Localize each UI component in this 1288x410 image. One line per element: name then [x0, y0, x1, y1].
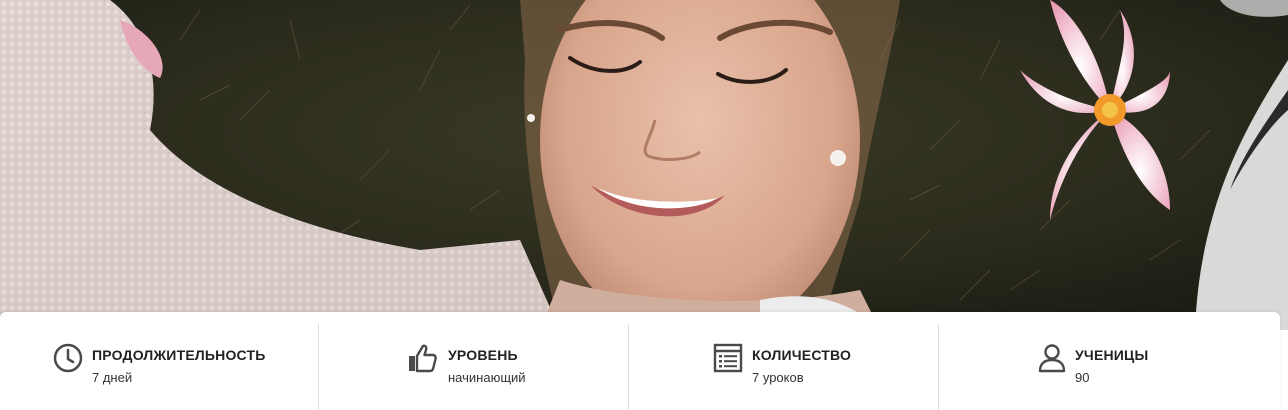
duration-title: ПРОДОЛЖИТЕЛЬНОСТЬ [92, 347, 266, 363]
user-icon [1036, 342, 1068, 374]
students-value: 90 [1075, 370, 1090, 385]
students-title: УЧЕНИЦЫ [1075, 347, 1149, 363]
count-title: КОЛИЧЕСТВО [752, 347, 852, 363]
info-level: УРОВЕНЬ начинающий [318, 312, 628, 410]
level-title: УРОВЕНЬ [448, 347, 518, 363]
hero-image [0, 0, 1288, 330]
course-info-bar: ПРОДОЛЖИТЕЛЬНОСТЬ 7 дней УРОВЕНЬ начинаю… [0, 312, 1280, 410]
info-duration: ПРОДОЛЖИТЕЛЬНОСТЬ 7 дней [0, 312, 318, 410]
duration-value: 7 дней [92, 370, 133, 385]
info-count: КОЛИЧЕСТВО 7 уроков [628, 312, 938, 410]
count-value: 7 уроков [752, 370, 804, 385]
info-students: УЧЕНИЦЫ 90 [938, 312, 1280, 410]
thumbs-up-icon [406, 342, 438, 374]
level-value: начинающий [448, 370, 526, 385]
clock-icon [52, 342, 84, 374]
list-document-icon [712, 342, 744, 374]
